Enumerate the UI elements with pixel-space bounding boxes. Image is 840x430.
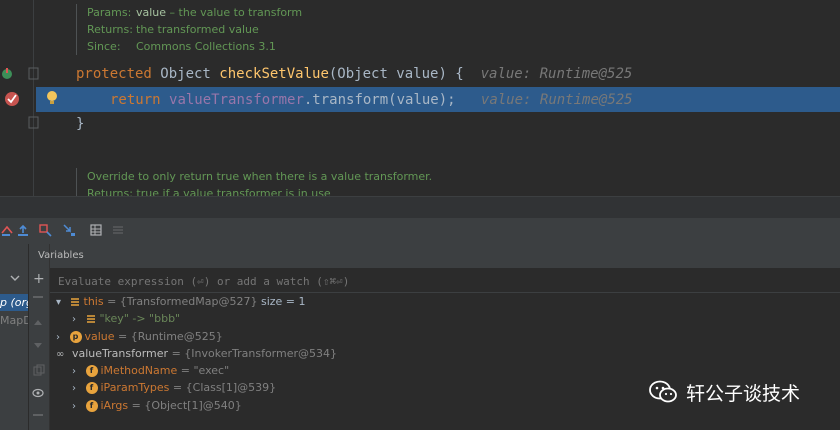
inline-value-hint: value: Runtime@525 <box>480 66 633 82</box>
parameter-badge-icon: p <box>69 331 82 343</box>
doc2-line2: Returns: true if a value transformer is … <box>87 187 331 196</box>
entry-icon <box>86 315 95 323</box>
variable-row-iargs[interactable]: › f iArgs = {Object[1]@540} <box>72 397 242 414</box>
field-badge-icon: f <box>85 365 98 377</box>
variable-name: iParamTypes <box>100 381 170 394</box>
doc2-line1: Override to only return true when there … <box>87 170 433 183</box>
method-params: (Object value) { <box>328 66 464 82</box>
doc-param-name: value <box>136 6 167 19</box>
variable-row-imethodname[interactable]: › f iMethodName = "exec" <box>72 362 229 379</box>
doc-since-label: Since: <box>87 40 121 53</box>
panel-divider[interactable] <box>0 196 840 219</box>
minus-icon[interactable] <box>33 414 43 416</box>
step-into-icon[interactable] <box>16 223 30 237</box>
chevron-right-icon[interactable]: › <box>72 398 82 415</box>
frame-item[interactable]: MapD <box>0 312 28 329</box>
variables-title: Variables <box>38 250 84 261</box>
variable-value: = {Class[1]@539} <box>172 381 277 394</box>
keyword-protected: protected <box>76 66 152 82</box>
method-name: checkSetValue <box>219 66 329 82</box>
add-watch-icon[interactable]: + <box>33 272 45 286</box>
variable-row-iparamtypes[interactable]: › f iParamTypes = {Class[1]@539} <box>72 379 276 396</box>
variable-value: = {InvokerTransformer@534} <box>171 347 337 360</box>
chevron-down-icon[interactable]: ▾ <box>56 294 66 311</box>
watermark: 轩公子谈技术 <box>648 376 800 408</box>
variable-name: valueTransformer <box>72 347 169 360</box>
lightbulb-icon[interactable] <box>45 89 59 107</box>
chevron-down-icon[interactable] <box>10 274 20 282</box>
code-line-close-brace[interactable]: } <box>76 112 84 136</box>
wechat-logo-icon <box>649 380 677 403</box>
variable-name: iArgs <box>100 399 129 412</box>
fold-guide <box>33 0 34 196</box>
chevron-right-icon[interactable]: › <box>72 311 82 328</box>
evaluate-table-icon[interactable] <box>89 223 103 237</box>
return-type: Object <box>151 66 220 82</box>
doc-returns-value: the transformed value <box>136 23 259 36</box>
doc-since-value: Commons Collections 3.1 <box>136 40 276 53</box>
javadoc-block-2: Override to only return true when there … <box>76 168 432 196</box>
code-editor[interactable]: Params: value – the value to transform Re… <box>0 0 840 196</box>
doc-params-label: Params: <box>87 6 132 19</box>
fold-end-icon[interactable] <box>28 116 40 130</box>
variable-name: iMethodName <box>100 364 178 377</box>
frames-pane[interactable]: p (org MapD <box>0 244 29 430</box>
chevron-right-icon[interactable]: › <box>72 380 82 397</box>
variables-sidebar: + <box>29 244 50 430</box>
copy-icon[interactable] <box>33 364 45 376</box>
field-badge-icon: f <box>85 382 98 394</box>
doc-returns-label: Returns: <box>87 23 133 36</box>
variable-value: = {Runtime@525} <box>118 330 223 343</box>
evaluate-expression-bar[interactable] <box>50 268 840 293</box>
frame-item-selected[interactable]: p (org <box>0 294 28 311</box>
inline-value-hint-2: value: Runtime@525 <box>480 92 633 108</box>
variable-row-this[interactable]: ▾ this = {TransformedMap@527} size = 1 <box>56 293 306 310</box>
variable-name: this <box>83 295 104 308</box>
javadoc-block: Params: value – the value to transform Re… <box>76 4 302 55</box>
object-icon <box>70 298 79 306</box>
breakpoint-icon[interactable] <box>3 90 21 108</box>
force-step-into-icon[interactable] <box>38 223 52 237</box>
variable-name: value <box>84 330 115 343</box>
variable-value: = {TransformedMap@527} <box>107 295 258 308</box>
chevron-right-icon[interactable]: › <box>56 329 66 346</box>
variable-extra: size = 1 <box>257 295 306 308</box>
variable-name: "key" -> "bbb" <box>99 312 181 325</box>
remove-watch-icon[interactable] <box>33 296 43 298</box>
run-to-cursor-icon[interactable] <box>62 223 76 237</box>
evaluate-expression-input[interactable] <box>56 271 760 291</box>
debug-toolbar <box>0 218 840 245</box>
watermark-text: 轩公子谈技术 <box>686 382 801 405</box>
method-call: .transform(value); <box>303 92 456 108</box>
chevron-right-icon[interactable]: › <box>72 363 82 380</box>
move-up-icon[interactable] <box>33 318 43 326</box>
step-over-icon[interactable] <box>0 223 14 237</box>
variable-value: = {Object[1]@540} <box>131 399 242 412</box>
code-line-method-signature[interactable]: protected Object checkSetValue(Object va… <box>76 62 632 86</box>
variables-header: Variables <box>38 244 840 268</box>
keyword-return: return <box>110 92 170 108</box>
move-down-icon[interactable] <box>33 342 43 350</box>
override-icon[interactable] <box>0 65 14 83</box>
field-value-transformer: valueTransformer <box>169 92 304 108</box>
field-badge-icon: f <box>85 400 98 412</box>
watch-glasses-icon: ∞ <box>56 349 65 360</box>
variable-row-value-transformer[interactable]: ∞ valueTransformer = {InvokerTransformer@… <box>56 345 337 362</box>
variable-value: = "exec" <box>180 364 230 377</box>
variable-row-value[interactable]: › p value = {Runtime@525} <box>56 328 223 345</box>
fold-icon[interactable] <box>28 67 40 81</box>
code-line-return[interactable]: return valueTransformer.transform(value)… <box>110 88 633 112</box>
doc-param-desc: – the value to transform <box>166 6 303 19</box>
variable-row-map-entry[interactable]: › "key" -> "bbb" <box>72 310 180 327</box>
view-options-icon[interactable] <box>32 388 46 398</box>
threads-grid-icon[interactable] <box>111 223 125 237</box>
